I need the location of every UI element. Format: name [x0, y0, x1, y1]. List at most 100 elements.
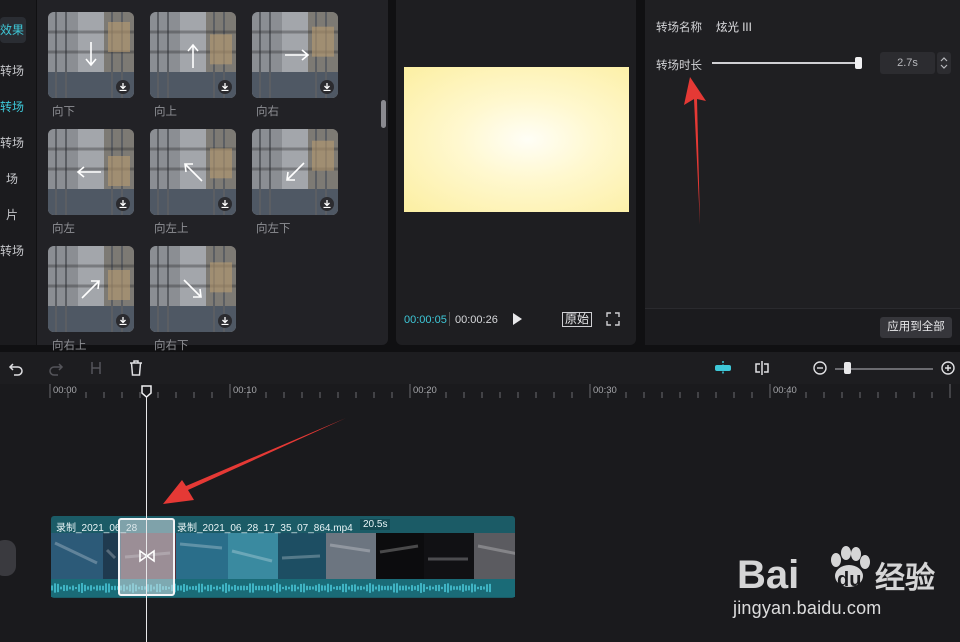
waveform-bar [246, 585, 248, 591]
nav-item-transition-5[interactable]: 片 [0, 206, 36, 223]
waveform-bar [432, 586, 434, 590]
waveform-bar [189, 586, 191, 590]
transition-duration-label: 转场时长 [656, 60, 702, 72]
download-icon[interactable] [218, 197, 232, 211]
transition-thumb[interactable] [150, 12, 236, 98]
track-handle[interactable] [0, 540, 16, 576]
waveform-bar [363, 586, 365, 590]
waveform-bar [387, 585, 389, 591]
undo-icon[interactable] [8, 360, 24, 376]
waveform-bar [462, 584, 464, 592]
download-icon[interactable] [320, 80, 334, 94]
waveform-bar [438, 584, 440, 592]
waveform-bar [456, 586, 458, 590]
play-icon[interactable] [510, 312, 524, 326]
waveform-bar [222, 584, 224, 592]
download-icon[interactable] [116, 314, 130, 328]
waveform-bar [237, 586, 239, 590]
waveform-bar [180, 585, 182, 591]
fullscreen-icon[interactable] [606, 312, 620, 326]
waveform-bar [270, 586, 272, 590]
download-icon[interactable] [116, 197, 130, 211]
transition-thumb[interactable] [48, 12, 134, 98]
clip-frame [51, 533, 103, 579]
waveform-bar [114, 585, 116, 591]
waveform-bar [255, 585, 257, 591]
apply-all-button[interactable]: 应用到全部 [880, 317, 952, 338]
duration-input[interactable]: 2.7s [880, 52, 935, 74]
waveform-bar [474, 584, 476, 592]
waveform-bar [219, 586, 221, 590]
waveform-bar [63, 584, 65, 592]
transition-thumb[interactable] [252, 12, 338, 98]
download-icon[interactable] [218, 80, 232, 94]
nav-item-transition-4[interactable]: 场 [0, 170, 36, 187]
ruler-tick-label: 00:00 [53, 385, 77, 396]
waveform-bar [417, 584, 419, 592]
download-icon[interactable] [320, 197, 334, 211]
transition-thumb-label: 向左 [52, 223, 75, 235]
transition-thumb[interactable] [48, 246, 134, 332]
transition-thumb[interactable] [252, 129, 338, 215]
playhead-line[interactable] [146, 392, 147, 642]
waveform-bar [231, 586, 233, 590]
waveform-bar [297, 586, 299, 590]
waveform-bar [177, 585, 179, 591]
waveform-bar [264, 586, 266, 590]
waveform-bar [216, 585, 218, 591]
nav-item-transition-3[interactable]: 转场 [0, 134, 36, 151]
waveform-bar [102, 585, 104, 591]
waveform-bar [96, 585, 98, 591]
waveform-bar [453, 586, 455, 590]
clip-frame [326, 533, 376, 579]
link-icon[interactable] [754, 360, 770, 376]
waveform-bar [84, 584, 86, 592]
clip-name-right: 录制_2021_06_28_17_35_07_864.mp4 [177, 523, 353, 534]
waveform-bar [411, 585, 413, 591]
redo-icon[interactable] [48, 360, 64, 376]
ratio-button[interactable]: 原始 [562, 312, 593, 327]
grid-scrollbar[interactable] [381, 100, 386, 128]
waveform-bar [225, 583, 227, 593]
waveform-bar [285, 585, 287, 591]
duration-slider[interactable] [712, 62, 862, 64]
svg-text:经验: 经验 [875, 561, 935, 596]
transition-thumb[interactable] [150, 246, 236, 332]
waveform-bar [201, 583, 203, 593]
nav-item-effects[interactable]: 效果 [0, 17, 26, 43]
nav-item-transition-1[interactable]: 转场 [0, 62, 36, 79]
current-time: 00:00:05 [404, 314, 447, 326]
download-icon[interactable] [218, 314, 232, 328]
waveform-bar [405, 585, 407, 591]
transition-thumb[interactable] [48, 129, 134, 215]
duration-stepper[interactable] [937, 52, 951, 74]
waveform-bar [267, 584, 269, 592]
delete-icon[interactable] [128, 360, 144, 376]
waveform-bar [90, 585, 92, 591]
ruler-tick-label: 00:40 [773, 385, 797, 396]
zoom-in-icon[interactable] [940, 360, 956, 376]
waveform-bar [486, 584, 488, 592]
waveform-bar [321, 585, 323, 591]
nav-item-transition-6[interactable]: 转场 [0, 242, 36, 259]
waveform-bar [393, 583, 395, 593]
waveform-bar [315, 585, 317, 591]
zoom-slider-knob[interactable] [843, 362, 851, 374]
zoom-out-icon[interactable] [812, 360, 828, 376]
waveform-bar [60, 586, 62, 590]
waveform-bar [183, 583, 185, 593]
waveform-bar [429, 585, 431, 591]
waveform-bar [282, 586, 284, 590]
split-icon[interactable] [88, 360, 104, 376]
waveform-bar [294, 584, 296, 592]
waveform-bar [69, 586, 71, 590]
magnet-icon[interactable] [713, 360, 733, 376]
download-icon[interactable] [116, 80, 130, 94]
time-divider [449, 312, 450, 326]
waveform-bar [195, 585, 197, 591]
duration-slider-knob[interactable] [854, 57, 862, 69]
transition-thumb[interactable] [150, 129, 236, 215]
nav-item-transition-2[interactable]: 转场 [0, 98, 36, 115]
playhead-handle[interactable] [141, 385, 152, 398]
waveform-bar [354, 584, 356, 592]
